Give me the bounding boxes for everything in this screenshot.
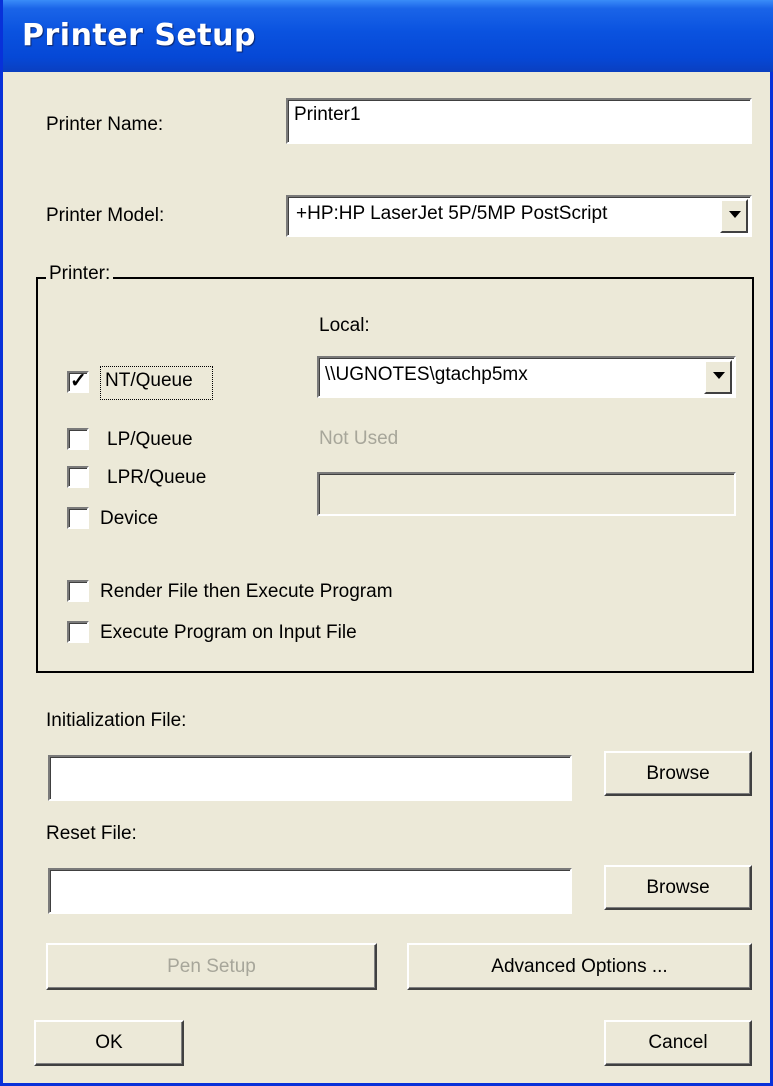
ok-button[interactable]: OK	[34, 1020, 184, 1066]
execute-program-checkbox[interactable]	[67, 621, 89, 643]
init-file-browse-button[interactable]: Browse	[604, 751, 752, 796]
reset-file-input[interactable]	[48, 868, 572, 914]
not-used-label: Not Used	[319, 428, 399, 449]
pen-setup-button[interactable]: Pen Setup	[46, 943, 377, 990]
printer-name-input[interactable]: Printer1	[286, 98, 752, 144]
printer-model-select[interactable]: +HP:HP LaserJet 5P/5MP PostScript	[286, 195, 752, 237]
local-queue-dropdown-button[interactable]	[704, 360, 732, 394]
printer-model-dropdown-button[interactable]	[720, 199, 748, 233]
local-label: Local:	[319, 315, 370, 336]
init-file-label: Initialization File:	[46, 710, 187, 731]
local-queue-select[interactable]: \\UGNOTES\gtachp5mx	[317, 356, 736, 398]
local-queue-value: \\UGNOTES\gtachp5mx	[325, 364, 528, 385]
lp-queue-label[interactable]: LP/Queue	[107, 429, 193, 451]
title-bar[interactable]: Printer Setup	[3, 0, 773, 72]
printer-setup-dialog: Printer Setup Printer Name: Printer1 Pri…	[0, 0, 773, 1086]
lpr-queue-checkbox[interactable]	[67, 466, 89, 488]
reset-file-browse-button[interactable]: Browse	[604, 865, 752, 910]
lpr-queue-label[interactable]: LPR/Queue	[107, 467, 206, 489]
lp-queue-checkbox[interactable]	[67, 428, 89, 450]
init-file-input[interactable]	[48, 755, 572, 801]
window-title: Printer Setup	[22, 18, 256, 53]
render-file-checkbox[interactable]	[67, 580, 89, 602]
printer-model-value: +HP:HP LaserJet 5P/5MP PostScript	[296, 203, 608, 224]
printer-name-label: Printer Name:	[46, 114, 164, 135]
chevron-down-icon	[729, 211, 741, 218]
chevron-down-icon	[713, 372, 725, 379]
nt-queue-checkbox[interactable]: ✓	[67, 370, 89, 393]
device-label[interactable]: Device	[100, 508, 158, 530]
execute-program-label[interactable]: Execute Program on Input File	[100, 622, 357, 644]
render-file-label[interactable]: Render File then Execute Program	[100, 581, 393, 603]
printer-group-legend: Printer:	[46, 263, 114, 285]
reset-file-label: Reset File:	[46, 823, 137, 844]
cancel-button[interactable]: Cancel	[604, 1020, 752, 1066]
advanced-options-button[interactable]: Advanced Options ...	[407, 943, 752, 990]
check-icon: ✓	[70, 370, 87, 392]
not-used-input[interactable]	[317, 472, 736, 516]
nt-queue-label[interactable]: NT/Queue	[105, 370, 193, 392]
device-checkbox[interactable]	[67, 507, 89, 529]
printer-model-label: Printer Model:	[46, 205, 165, 226]
